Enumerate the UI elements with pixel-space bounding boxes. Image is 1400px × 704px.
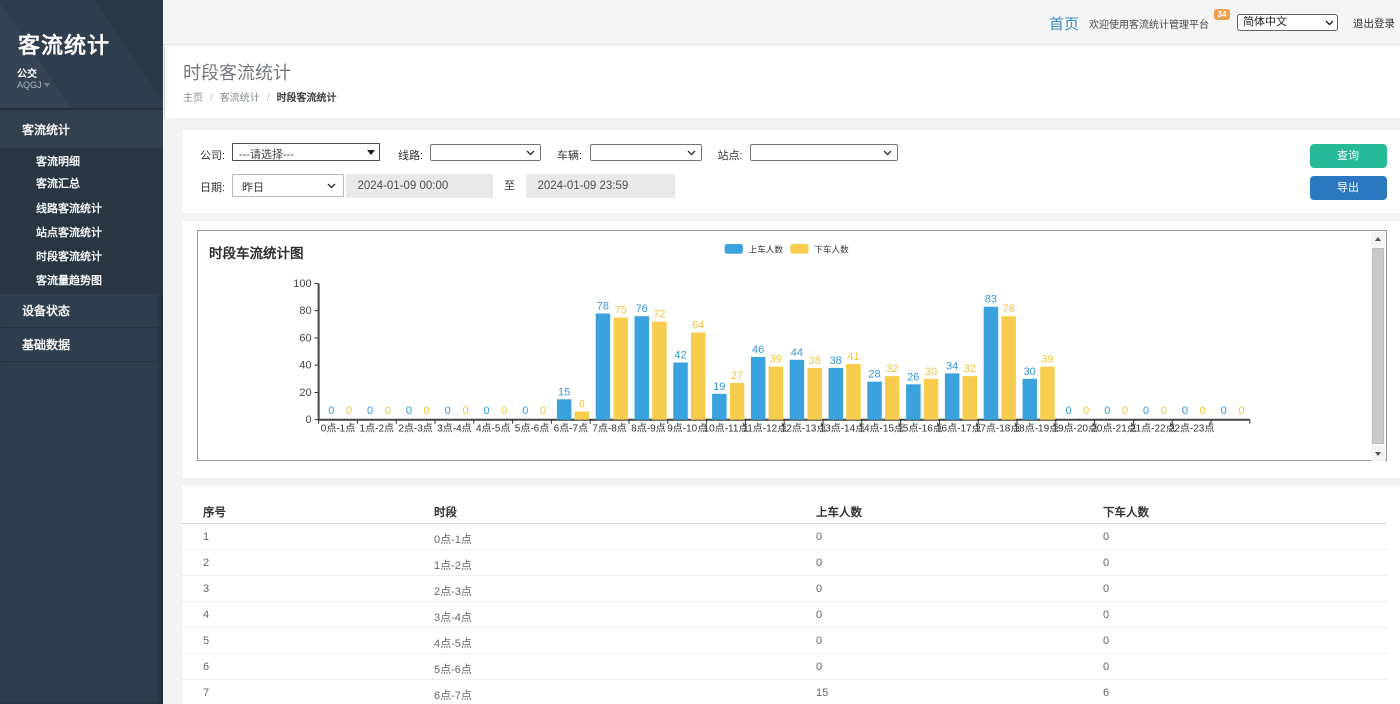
svg-text:0点-1点: 0点-1点: [321, 423, 355, 435]
svg-text:0: 0: [1104, 405, 1110, 417]
svg-text:9点-10点: 9点-10点: [667, 423, 707, 435]
svg-text:0: 0: [1122, 405, 1128, 417]
svg-text:0: 0: [1182, 405, 1188, 417]
svg-text:80: 80: [299, 305, 311, 317]
svg-text:下车人数: 下车人数: [814, 244, 849, 255]
svg-text:0: 0: [328, 405, 334, 417]
svg-text:100: 100: [293, 278, 311, 290]
svg-text:0: 0: [501, 405, 507, 417]
svg-text:7点-8点: 7点-8点: [592, 423, 626, 435]
svg-text:0: 0: [385, 405, 391, 417]
svg-text:0: 0: [1143, 405, 1149, 417]
svg-text:0: 0: [305, 414, 311, 426]
svg-text:5点-6点: 5点-6点: [515, 423, 549, 435]
svg-text:28: 28: [868, 369, 880, 381]
svg-text:30: 30: [925, 366, 937, 378]
svg-text:0: 0: [367, 405, 373, 417]
svg-text:0: 0: [1083, 405, 1089, 417]
svg-text:0: 0: [1221, 405, 1227, 417]
svg-text:76: 76: [636, 303, 648, 315]
svg-text:0: 0: [445, 405, 451, 417]
svg-text:15: 15: [558, 386, 570, 398]
svg-text:0: 0: [1238, 405, 1244, 417]
svg-text:30: 30: [1024, 366, 1036, 378]
svg-text:78: 78: [597, 301, 609, 313]
svg-text:6: 6: [579, 399, 585, 411]
svg-text:39: 39: [1041, 354, 1053, 366]
svg-text:0: 0: [483, 405, 489, 417]
svg-text:上车人数: 上车人数: [749, 244, 784, 255]
svg-text:46: 46: [752, 344, 764, 356]
svg-text:19: 19: [713, 381, 725, 393]
svg-text:0: 0: [406, 405, 412, 417]
svg-text:44: 44: [791, 347, 803, 359]
svg-text:8点-9点: 8点-9点: [631, 423, 665, 435]
svg-text:64: 64: [692, 320, 704, 332]
svg-text:3点-4点: 3点-4点: [437, 423, 471, 435]
svg-text:83: 83: [985, 294, 997, 306]
svg-text:4点-5点: 4点-5点: [476, 423, 510, 435]
svg-text:27: 27: [731, 370, 743, 382]
svg-text:0: 0: [1200, 405, 1206, 417]
svg-text:0: 0: [346, 405, 352, 417]
svg-text:76: 76: [1002, 303, 1014, 315]
svg-text:72: 72: [653, 309, 665, 321]
svg-text:6点-7点: 6点-7点: [554, 423, 588, 435]
svg-text:1点-2点: 1点-2点: [360, 423, 394, 435]
svg-text:75: 75: [614, 305, 626, 317]
svg-text:2点-3点: 2点-3点: [398, 423, 432, 435]
svg-text:0: 0: [540, 405, 546, 417]
svg-text:0: 0: [462, 405, 468, 417]
svg-text:26: 26: [907, 371, 919, 383]
svg-text:0: 0: [1065, 405, 1071, 417]
svg-text:34: 34: [946, 360, 958, 372]
svg-text:38: 38: [808, 355, 820, 367]
svg-text:42: 42: [674, 350, 686, 362]
svg-text:39: 39: [770, 354, 782, 366]
svg-text:38: 38: [830, 355, 842, 367]
svg-text:32: 32: [964, 363, 976, 375]
svg-text:0: 0: [424, 405, 430, 417]
svg-text:32: 32: [886, 363, 898, 375]
svg-text:20: 20: [299, 387, 311, 399]
svg-text:40: 40: [299, 360, 311, 372]
svg-text:22点-23点: 22点-23点: [1169, 423, 1215, 435]
svg-text:60: 60: [299, 333, 311, 345]
svg-text:41: 41: [847, 351, 859, 363]
svg-text:0: 0: [522, 405, 528, 417]
svg-text:0: 0: [1161, 405, 1167, 417]
